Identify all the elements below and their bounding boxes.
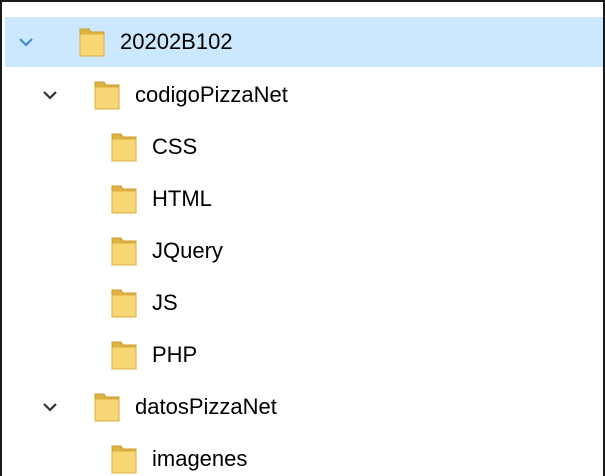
tree-node-root[interactable]: 20202B102 xyxy=(5,17,603,67)
folder-icon xyxy=(94,393,120,422)
folder-icon xyxy=(111,289,137,318)
tree-node-css[interactable]: CSS xyxy=(5,121,603,173)
tree-node-datospizzanet[interactable]: datosPizzaNet xyxy=(5,381,603,433)
tree-node-label: codigoPizzaNet xyxy=(135,82,288,107)
folder-icon xyxy=(79,28,105,57)
chevron-down-icon[interactable] xyxy=(41,88,59,102)
tree-node-label: JQuery xyxy=(152,238,223,263)
file-explorer-tree-pane: 20202B102 codigoPizzaNet CSS HTML JQuery… xyxy=(0,0,605,476)
tree-node-php[interactable]: PHP xyxy=(5,329,603,381)
tree-node-imagenes[interactable]: imagenes xyxy=(5,433,603,476)
folder-icon xyxy=(111,185,137,214)
tree-node-jquery[interactable]: JQuery xyxy=(5,225,603,277)
tree-node-label: datosPizzaNet xyxy=(135,394,277,419)
chevron-down-icon[interactable] xyxy=(17,35,35,49)
tree-node-label: PHP xyxy=(152,342,198,367)
folder-icon xyxy=(94,81,120,110)
tree-node-html[interactable]: HTML xyxy=(5,173,603,225)
tree-node-label: JS xyxy=(152,290,178,315)
tree-node-js[interactable]: JS xyxy=(5,277,603,329)
tree-node-label: imagenes xyxy=(152,446,248,471)
folder-icon xyxy=(111,133,137,162)
folder-tree: 20202B102 codigoPizzaNet CSS HTML JQuery… xyxy=(5,17,603,476)
folder-icon xyxy=(111,237,137,266)
chevron-down-icon[interactable] xyxy=(41,400,59,414)
tree-node-label: HTML xyxy=(152,186,212,211)
tree-node-label: CSS xyxy=(152,134,198,159)
tree-node-codigopizzanet[interactable]: codigoPizzaNet xyxy=(5,69,603,121)
tree-node-label: 20202B102 xyxy=(120,29,233,54)
folder-icon xyxy=(111,341,137,370)
folder-icon xyxy=(111,445,137,474)
